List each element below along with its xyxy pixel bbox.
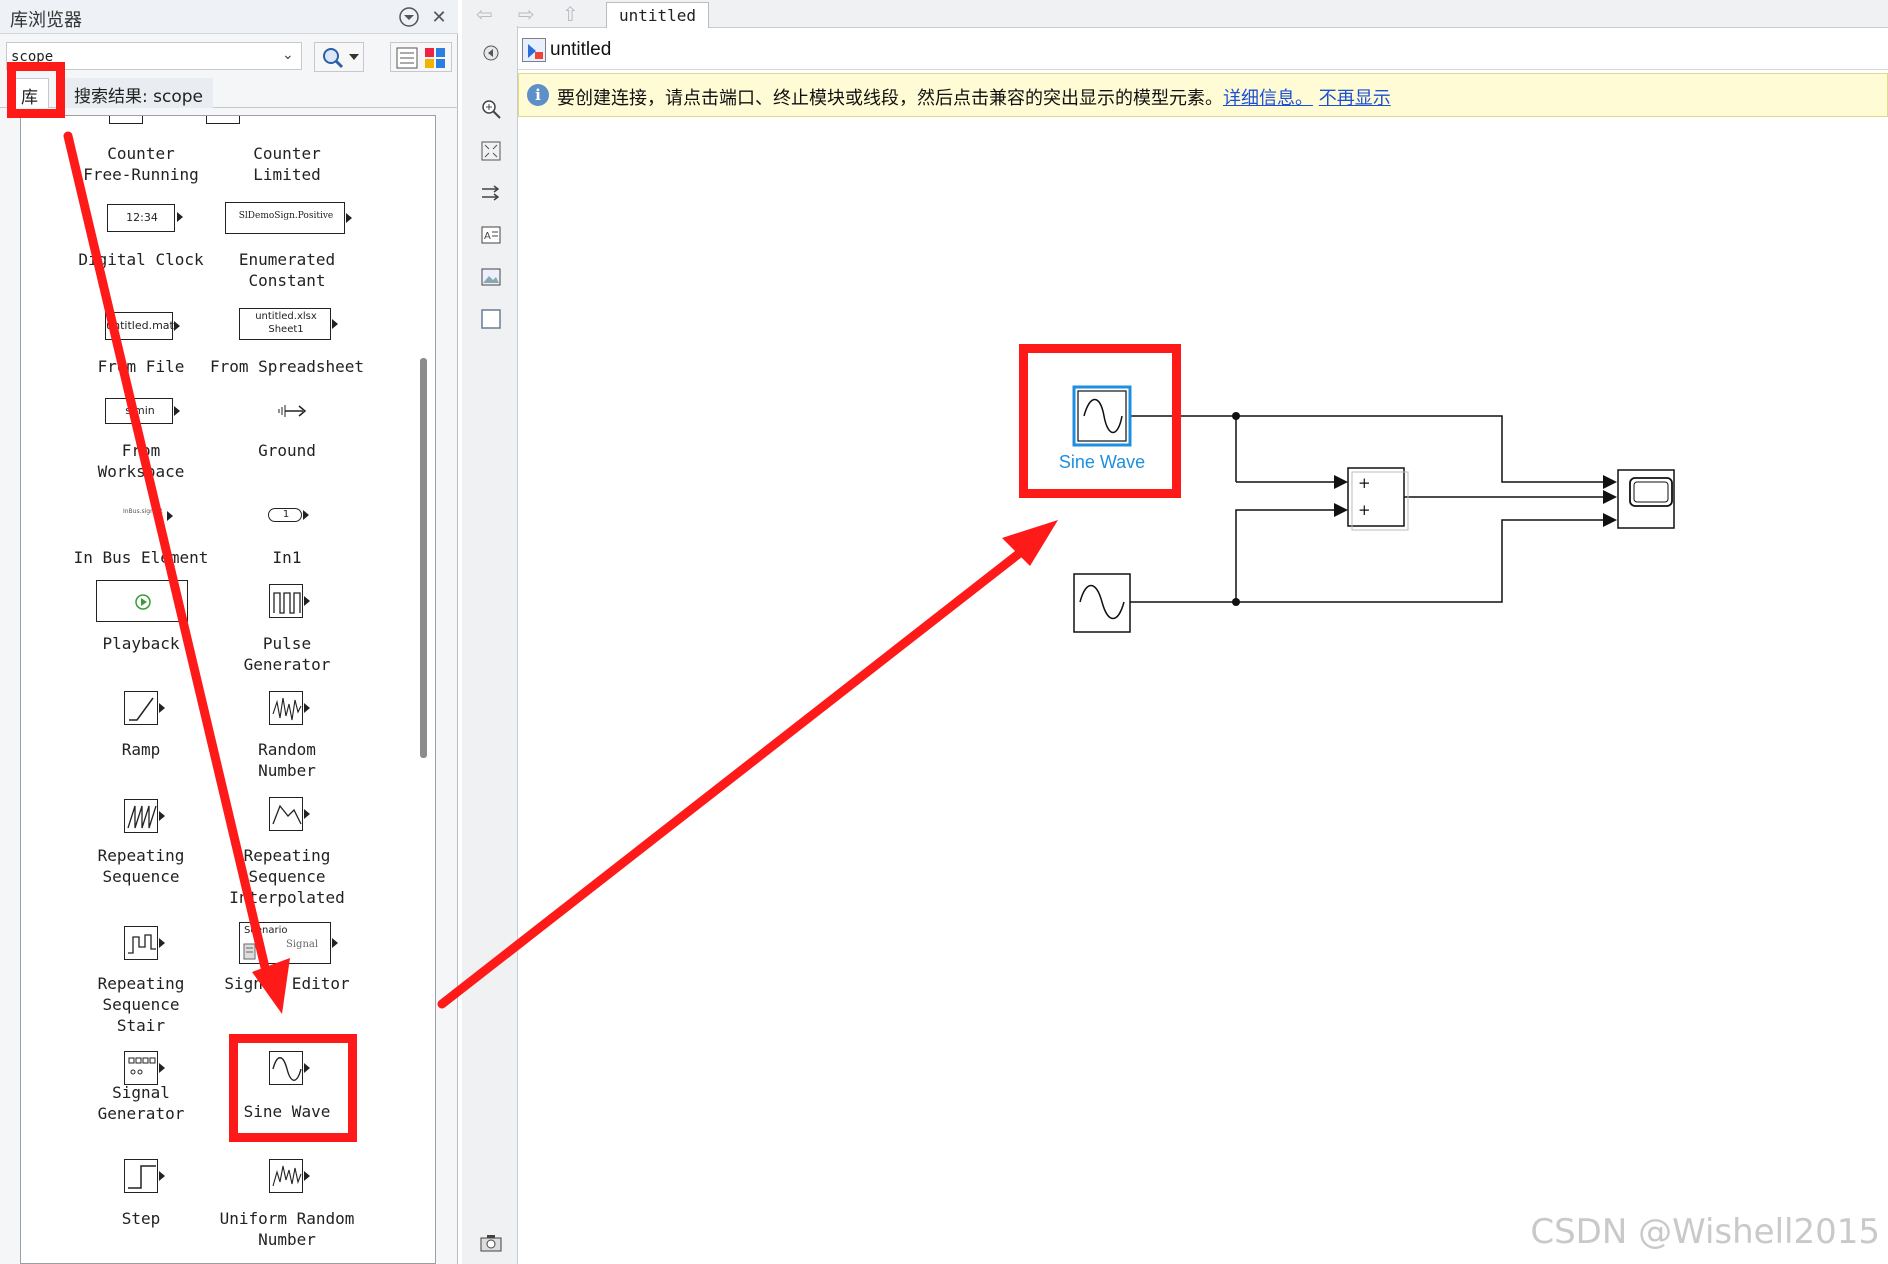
arrow-line-up: [437, 540, 1035, 1009]
annotation-arrows: [63, 131, 1058, 1014]
arrow-head-down: [252, 958, 290, 1014]
watermark: CSDN @Wishell2015: [1530, 1212, 1880, 1252]
arrow-line-down: [63, 131, 273, 985]
